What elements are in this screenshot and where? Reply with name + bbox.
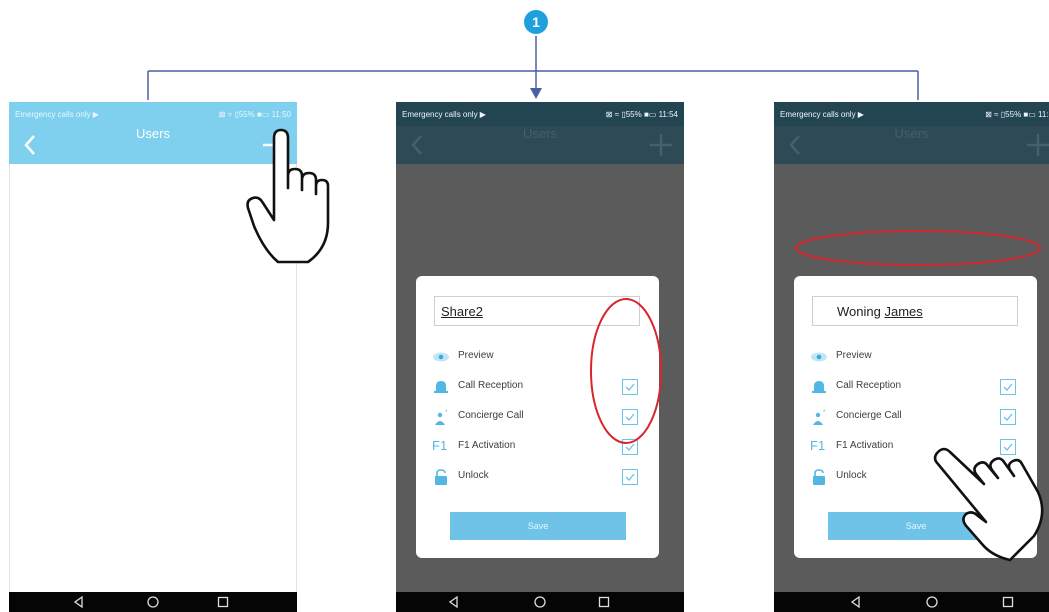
status-bar: Emergency calls only ▶ ⊠ ≈ ▯55% ■▭ 11:5: [774, 102, 1049, 126]
status-indicators: ⊠ ≈ ▯55% ■▭ 11:5: [985, 110, 1049, 119]
add-user-button: [650, 134, 672, 156]
concierge-call-checkbox[interactable]: [1000, 409, 1016, 425]
save-button[interactable]: Save: [450, 512, 626, 540]
triangle-back-icon: [448, 595, 458, 609]
permission-label: Concierge Call: [458, 410, 524, 421]
android-nav-bar: [9, 592, 297, 612]
permission-label: Concierge Call: [836, 410, 902, 421]
nav-home-button[interactable]: [924, 594, 940, 610]
permission-label: F1 Activation: [836, 440, 894, 451]
permission-label: Call Reception: [836, 380, 902, 391]
status-bar: Emergency calls only ▶ ⊠ ≈ ▯55% ■▭ 11:54: [396, 102, 684, 126]
page-title: Users: [523, 126, 557, 141]
permission-row-call-reception: Call Reception: [810, 376, 1020, 398]
status-indicators: ⊠ ≈ ▯55% ■▭ 11:50: [218, 110, 291, 119]
checkbox-highlight-ellipse: [590, 298, 662, 444]
padlock-icon: [435, 469, 447, 485]
call-reception-checkbox[interactable]: [1000, 379, 1016, 395]
bell-icon: [434, 381, 448, 393]
nav-back-button[interactable]: [446, 594, 462, 610]
user-name-value-underlined: James: [884, 304, 923, 319]
padlock-icon: [813, 469, 825, 485]
unlock-checkbox[interactable]: [622, 469, 638, 485]
nav-recents-button[interactable]: [596, 594, 612, 610]
nav-recents-button[interactable]: [215, 594, 231, 610]
permission-label: F1 Activation: [458, 440, 516, 451]
android-nav-bar: [774, 592, 1049, 612]
f1-icon: F1: [432, 438, 448, 453]
concierge-icon: *: [435, 410, 448, 425]
triangle-back-icon: [850, 595, 860, 609]
status-indicators: ⊠ ≈ ▯55% ■▭ 11:54: [605, 110, 678, 119]
arrow-down-icon: [530, 88, 542, 99]
nav-back-button[interactable]: [71, 594, 87, 610]
pointing-hand-icon: [246, 128, 330, 264]
eye-icon: [811, 352, 827, 362]
square-recents-icon: [1002, 596, 1014, 608]
square-recents-icon: [217, 596, 229, 608]
app-header: Users: [396, 126, 684, 164]
app-header: Users: [774, 126, 1049, 164]
android-nav-bar: [396, 592, 684, 612]
circle-home-icon: [926, 596, 938, 608]
permission-label: Preview: [836, 350, 872, 361]
eye-icon: [433, 352, 449, 362]
nav-home-button[interactable]: [145, 594, 161, 610]
square-recents-icon: [598, 596, 610, 608]
status-carrier-text: Emergency calls only ▶: [780, 110, 864, 119]
svg-text:*: *: [823, 410, 826, 416]
circle-home-icon: [147, 596, 159, 608]
circle-home-icon: [534, 596, 546, 608]
nav-back-button[interactable]: [848, 594, 864, 610]
step-number-badge: 1: [524, 10, 548, 34]
checkmark-icon: [1003, 413, 1013, 421]
add-user-button: [1027, 134, 1049, 156]
page-title: Users: [894, 126, 929, 141]
status-bar: Emergency calls only ▶ ⊠ ≈ ▯55% ■▭ 11:50: [9, 102, 297, 126]
permission-label: Unlock: [836, 470, 867, 481]
name-field-highlight-ellipse: [795, 230, 1041, 266]
permission-label: Call Reception: [458, 380, 524, 391]
nav-recents-button[interactable]: [1000, 594, 1016, 610]
plus-icon: [1027, 134, 1049, 156]
status-carrier-text: Emergency calls only ▶: [15, 110, 99, 119]
user-name-input[interactable]: Woning James: [812, 296, 1018, 326]
nav-home-button[interactable]: [532, 594, 548, 610]
plus-icon: [650, 134, 672, 156]
concierge-icon: *: [813, 410, 826, 425]
permission-label: Preview: [458, 350, 494, 361]
svg-text:*: *: [445, 410, 448, 416]
checkmark-icon: [1003, 383, 1013, 391]
f1-icon: F1: [810, 438, 826, 453]
permission-row-preview: Preview: [810, 346, 1020, 368]
permission-row-unlock: Unlock: [432, 466, 642, 488]
user-name-value-prefix: Woning: [837, 304, 885, 319]
permission-label: Unlock: [458, 470, 489, 481]
bell-icon: [812, 381, 826, 393]
status-carrier-text: Emergency calls only ▶: [402, 110, 486, 119]
pointing-hand-icon: [933, 447, 1044, 562]
user-name-value: Share2: [441, 304, 483, 319]
triangle-back-icon: [73, 595, 83, 609]
checkmark-icon: [625, 473, 635, 481]
permission-row-concierge-call: * Concierge Call: [810, 406, 1020, 428]
